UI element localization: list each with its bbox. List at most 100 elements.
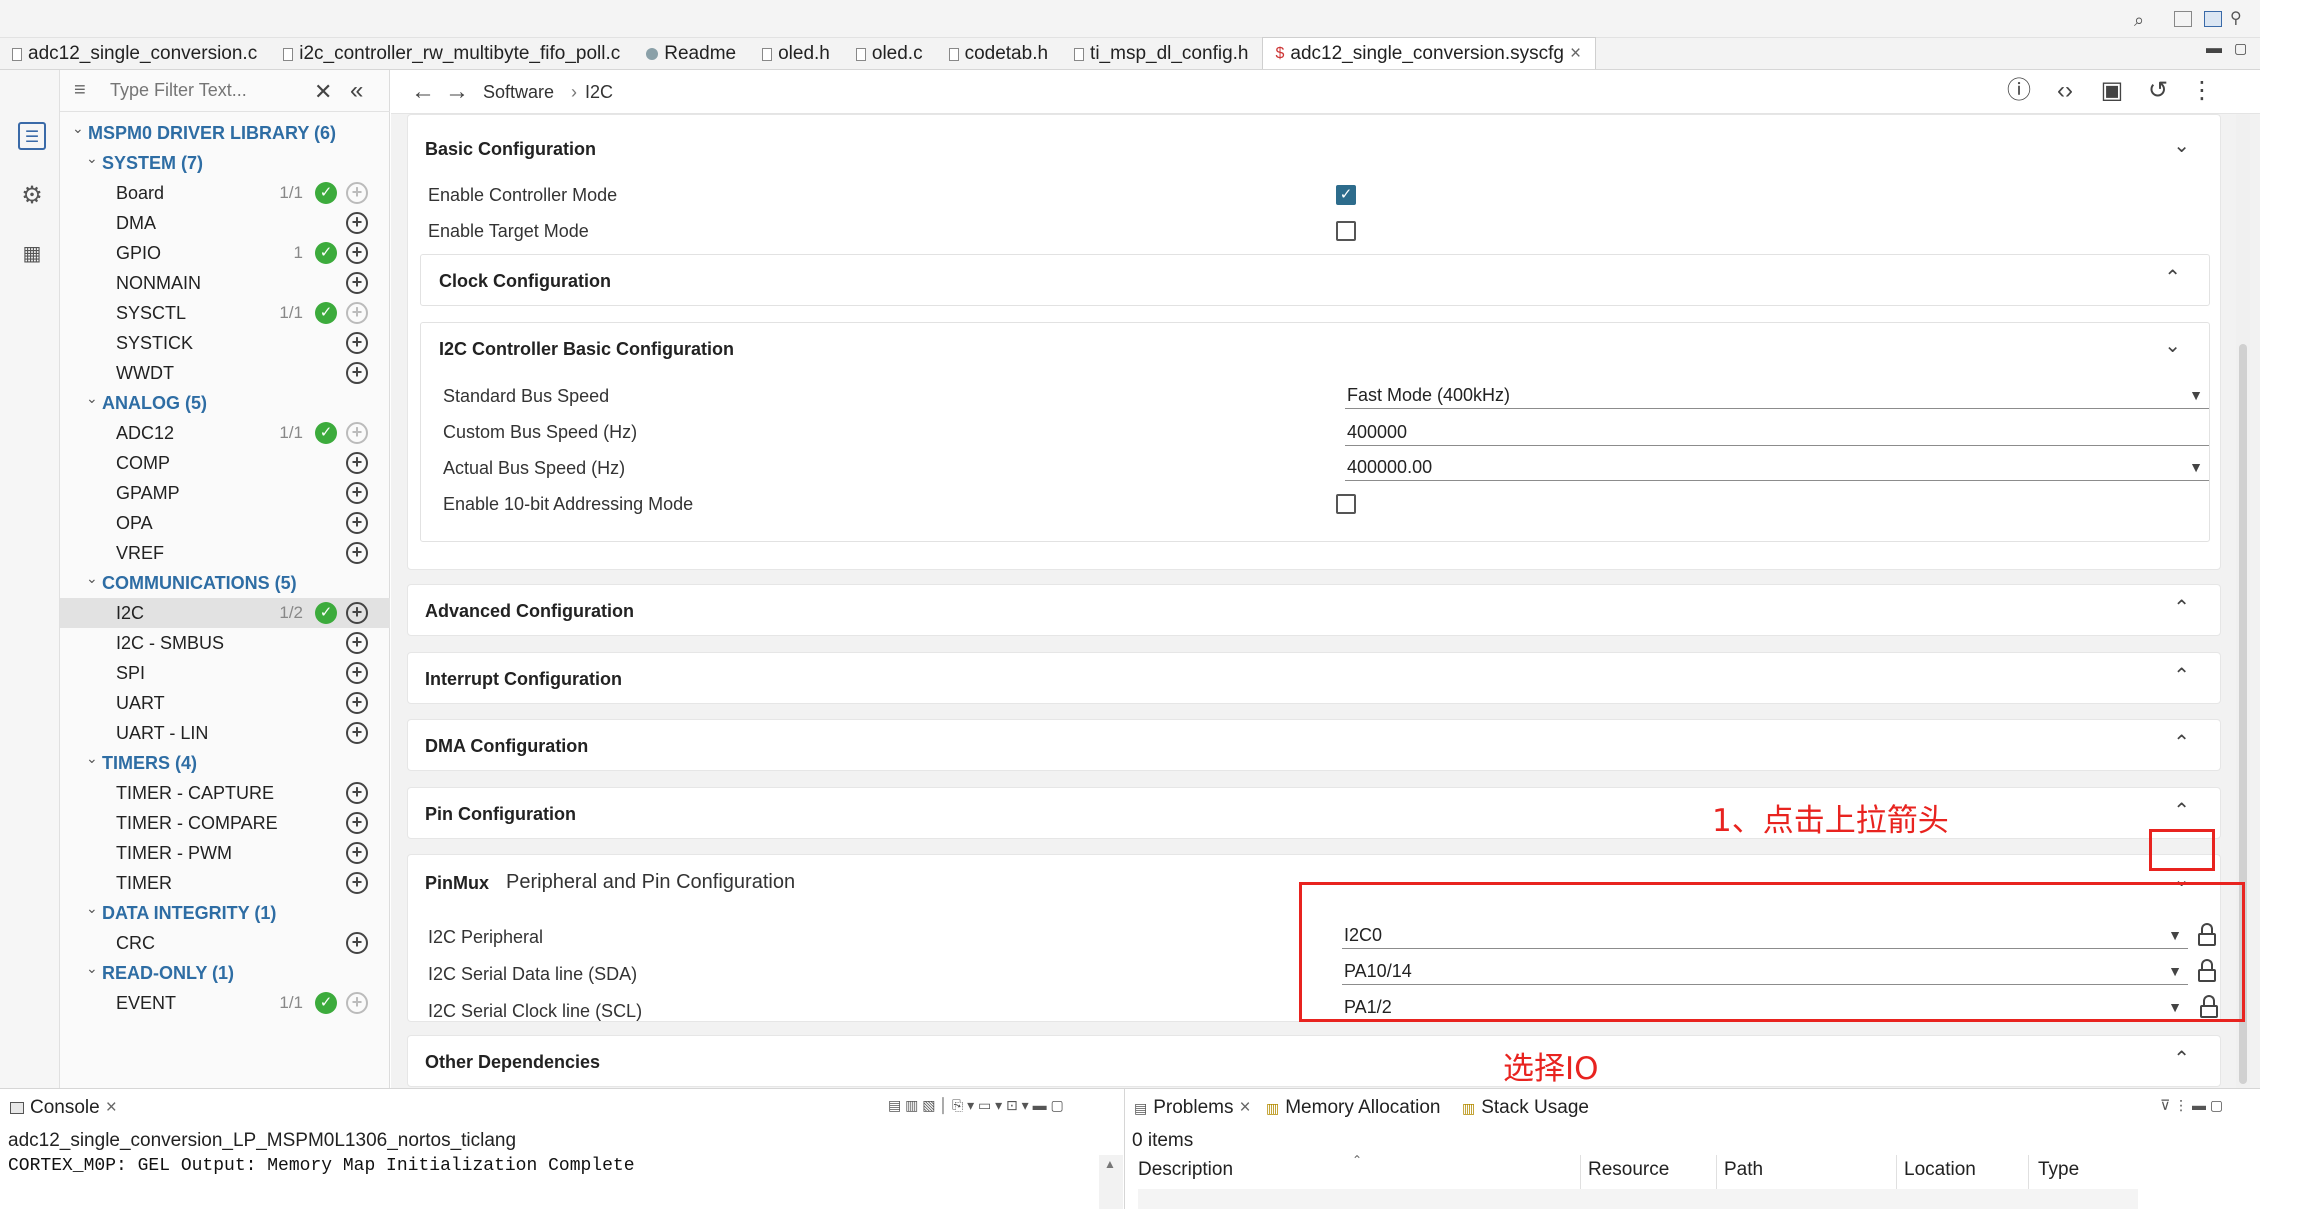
column-header[interactable]: Resource: [1588, 1159, 1669, 1181]
tree-category[interactable]: ⌄ MSPM0 DRIVER LIBRARY (6): [60, 118, 390, 148]
add-instance-icon[interactable]: +: [346, 722, 368, 744]
tree-category[interactable]: ⌄ SYSTEM (7): [60, 148, 390, 178]
chevron-up-icon[interactable]: ⌃: [2173, 595, 2190, 620]
tree-item[interactable]: DMA +: [60, 208, 390, 238]
editor-tab[interactable]: adc12_single_conversion.c: [0, 39, 271, 69]
chevron-down-icon[interactable]: ⌄: [86, 900, 102, 917]
pin-configuration-panel[interactable]: Pin Configuration ⌃: [407, 787, 2221, 839]
chevron-up-icon[interactable]: ⌃: [2173, 798, 2190, 823]
memory-allocation-tab[interactable]: ▥ Memory Allocation: [1266, 1097, 1440, 1119]
chevron-down-icon[interactable]: ⌄: [86, 960, 102, 977]
column-header[interactable]: Type: [2038, 1159, 2079, 1181]
editor-tab[interactable]: codetab.h: [937, 39, 1062, 69]
standard-bus-speed-select[interactable]: Fast Mode (400kHz) ▼: [1345, 383, 2209, 409]
enable-controller-checkbox[interactable]: ✓: [1336, 185, 1356, 205]
close-icon[interactable]: ×: [1570, 43, 1581, 65]
add-instance-icon[interactable]: +: [346, 542, 368, 564]
tree-item[interactable]: Board 1/1 ✓ +: [60, 178, 390, 208]
tree-category[interactable]: ⌄ ANALOG (5): [60, 388, 390, 418]
add-instance-icon[interactable]: +: [346, 362, 368, 384]
stack-usage-tab[interactable]: ▥ Stack Usage: [1462, 1097, 1589, 1119]
add-instance-icon[interactable]: +: [346, 182, 368, 204]
calculator-view-icon[interactable]: ▦: [18, 240, 46, 268]
tree-category[interactable]: ⌄ DATA INTEGRITY (1): [60, 898, 390, 928]
enable-target-checkbox[interactable]: [1336, 221, 1356, 241]
debug-perspective-icon[interactable]: [2204, 11, 2222, 27]
history-icon[interactable]: ↺: [2143, 76, 2173, 106]
breadcrumb-item[interactable]: I2C: [585, 82, 613, 103]
filter-input[interactable]: [110, 80, 310, 101]
tree-item[interactable]: VREF +: [60, 538, 390, 568]
dma-configuration-panel[interactable]: DMA Configuration ⌃: [407, 719, 2221, 771]
add-instance-icon[interactable]: +: [346, 302, 368, 324]
tree-item[interactable]: UART - LIN +: [60, 718, 390, 748]
add-instance-icon[interactable]: +: [346, 692, 368, 714]
clear-filter-icon[interactable]: ✕: [314, 79, 332, 105]
tree-item[interactable]: ADC12 1/1 ✓ +: [60, 418, 390, 448]
tree-item[interactable]: UART +: [60, 688, 390, 718]
console-tab[interactable]: Console ×: [10, 1097, 117, 1119]
software-view-icon[interactable]: ☰: [18, 122, 46, 150]
search-icon[interactable]: ⌕: [2134, 10, 2144, 31]
add-instance-icon[interactable]: +: [346, 782, 368, 804]
collapse-sidebar-icon[interactable]: «: [350, 77, 363, 105]
chevron-up-icon[interactable]: ⌃: [2164, 265, 2181, 290]
tree-item[interactable]: OPA +: [60, 508, 390, 538]
tree-item[interactable]: COMP +: [60, 448, 390, 478]
topology-view-icon[interactable]: ⚙: [18, 182, 46, 210]
tree-item[interactable]: GPAMP +: [60, 478, 390, 508]
tree-item[interactable]: SYSTICK +: [60, 328, 390, 358]
editor-tab-active[interactable]: $ adc12_single_conversion.syscfg ×: [1262, 37, 1597, 69]
chevron-down-icon[interactable]: ⌄: [2173, 133, 2190, 158]
forward-arrow-icon[interactable]: →: [445, 78, 469, 106]
tree-item[interactable]: SYSCTL 1/1 ✓ +: [60, 298, 390, 328]
editor-tab[interactable]: Readme: [634, 39, 750, 69]
chevron-down-icon[interactable]: ⌄: [86, 150, 102, 167]
editor-tab[interactable]: i2c_controller_rw_multibyte_fifo_poll.c: [271, 39, 634, 69]
close-icon[interactable]: ×: [1239, 1097, 1250, 1119]
chevron-down-icon[interactable]: ⌄: [86, 750, 102, 767]
tree-item[interactable]: EVENT 1/1 ✓ +: [60, 988, 390, 1018]
chevron-down-icon[interactable]: ⌄: [86, 570, 102, 587]
chip-icon[interactable]: ▣: [2097, 76, 2127, 106]
column-header[interactable]: Location: [1904, 1159, 1976, 1181]
back-arrow-icon[interactable]: ←: [411, 78, 435, 106]
tree-item[interactable]: I2C - SMBUS +: [60, 628, 390, 658]
tree-item[interactable]: TIMER - CAPTURE +: [60, 778, 390, 808]
enable-10bit-addressing-checkbox[interactable]: [1336, 494, 1356, 514]
editor-tab[interactable]: oled.c: [844, 39, 937, 69]
add-instance-icon[interactable]: +: [346, 242, 368, 264]
tree-category[interactable]: ⌄ TIMERS (4): [60, 748, 390, 778]
breadcrumb-item[interactable]: Software: [483, 82, 554, 103]
add-instance-icon[interactable]: +: [346, 632, 368, 654]
chevron-up-icon[interactable]: ⌃: [2173, 1046, 2190, 1071]
tree-category[interactable]: ⌄ READ-ONLY (1): [60, 958, 390, 988]
tree-item[interactable]: SPI +: [60, 658, 390, 688]
interrupt-configuration-panel[interactable]: Interrupt Configuration ⌃: [407, 652, 2221, 704]
custom-bus-speed-input[interactable]: 400000: [1345, 420, 2209, 446]
add-instance-icon[interactable]: +: [346, 662, 368, 684]
chevron-down-icon[interactable]: ⌄: [86, 390, 102, 407]
chevron-up-icon[interactable]: ⌃: [2173, 663, 2190, 688]
tree-item[interactable]: I2C 1/2 ✓ +: [60, 598, 390, 628]
maximize-icon[interactable]: ▢: [2234, 40, 2247, 57]
add-instance-icon[interactable]: +: [346, 422, 368, 444]
tree-item[interactable]: NONMAIN +: [60, 268, 390, 298]
add-instance-icon[interactable]: +: [346, 932, 368, 954]
tree-item[interactable]: TIMER +: [60, 868, 390, 898]
editor-tab[interactable]: ti_msp_dl_config.h: [1062, 39, 1262, 69]
tree-item[interactable]: CRC +: [60, 928, 390, 958]
add-instance-icon[interactable]: +: [346, 332, 368, 354]
more-options-icon[interactable]: ⋮: [2187, 76, 2217, 106]
problems-tab[interactable]: ▤ Problems ×: [1134, 1097, 1251, 1119]
add-instance-icon[interactable]: +: [346, 602, 368, 624]
chevron-down-icon[interactable]: ⌄: [72, 120, 88, 137]
chevron-up-icon[interactable]: ⌃: [2173, 730, 2190, 755]
console-toolbar-icons[interactable]: ▤ ▥ ▧ │ ⎘ ▾ ▭ ▾ ⊡ ▾ ▬ ▢: [888, 1097, 1064, 1114]
add-instance-icon[interactable]: +: [346, 272, 368, 294]
info-icon[interactable]: ⓘ: [2004, 76, 2034, 106]
code-view-icon[interactable]: ‹›: [2050, 76, 2080, 106]
perspective-icon[interactable]: [2174, 11, 2192, 27]
tree-item[interactable]: WWDT +: [60, 358, 390, 388]
add-instance-icon[interactable]: +: [346, 512, 368, 534]
